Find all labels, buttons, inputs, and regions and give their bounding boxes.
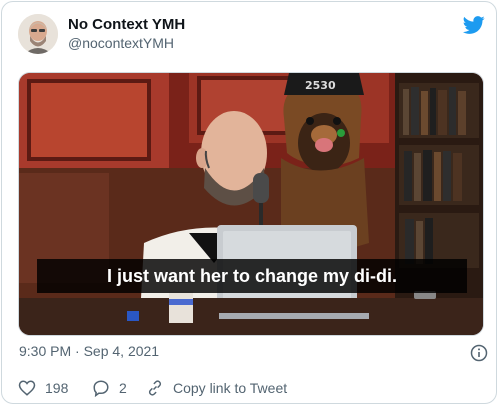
reply-button[interactable]: 2 [92, 378, 127, 398]
like-count: 198 [45, 380, 69, 396]
tweet-media[interactable]: 2530 I just want her to change my di-di. [18, 72, 484, 336]
video-frame: 2530 [19, 73, 483, 335]
heart-icon [18, 380, 36, 396]
tweet-card[interactable]: No Context YMH @nocontextYMH 2530 I just… [1, 1, 497, 404]
display-name[interactable]: No Context YMH [68, 16, 185, 33]
video-caption: I just want her to change my di-di. [37, 259, 467, 293]
avatar[interactable] [18, 14, 58, 54]
tweet-timestamp[interactable]: 9:30 PM · Sep 4, 2021 [19, 343, 159, 359]
link-icon [148, 380, 162, 396]
info-icon[interactable] [470, 344, 488, 362]
copy-link-button[interactable]: Copy link to Tweet [146, 378, 287, 398]
reply-bubble-icon [93, 380, 109, 397]
like-button[interactable]: 198 [18, 378, 68, 398]
puppet-hat-text: 2530 [305, 79, 336, 92]
twitter-bird-icon[interactable] [462, 14, 486, 36]
reply-count: 2 [119, 380, 127, 396]
copy-link-label: Copy link to Tweet [173, 380, 288, 396]
user-handle[interactable]: @nocontextYMH [68, 35, 174, 51]
